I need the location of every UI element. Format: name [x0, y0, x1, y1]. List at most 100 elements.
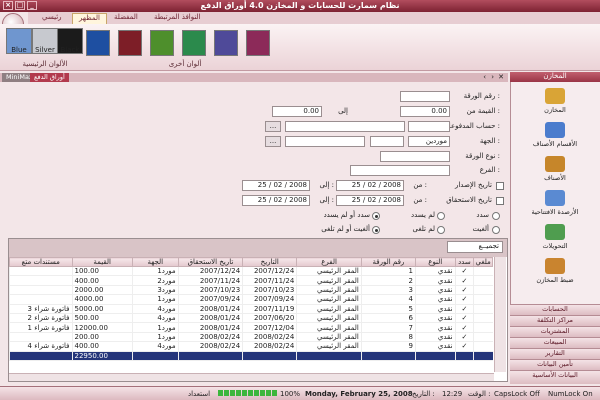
table-cell[interactable]: 9 [360, 341, 416, 352]
color-swatch-3[interactable] [150, 30, 174, 56]
table-cell[interactable]: 2008/01/24 [177, 313, 243, 324]
nav-item-items[interactable]: الأصناف [520, 156, 590, 182]
table-cell[interactable] [9, 285, 72, 296]
table-row[interactable]: ✓ نقدي 5 المقر الرئيسي 2007/11/19 2008/01/24 م… [9, 304, 493, 314]
value-to-input[interactable]: 0.00 [272, 106, 322, 117]
table-cell[interactable]: 2007/11/24 [242, 275, 297, 286]
nav-button-sales[interactable]: المبيعات [510, 337, 600, 348]
total-button[interactable]: تجميــع [447, 241, 503, 253]
table-cell[interactable]: مورد4 [131, 313, 179, 324]
table-cell[interactable]: 6 [360, 313, 416, 324]
table-cell[interactable]: مورد1 [131, 332, 179, 343]
table-cell[interactable]: ✓ [454, 313, 474, 324]
col-header-cancelled[interactable]: ملغي [473, 257, 493, 267]
tab-main[interactable]: رئيسي [36, 13, 68, 24]
table-cell[interactable]: 5000.00 [71, 304, 133, 314]
issue-date-checkbox[interactable] [496, 182, 504, 190]
table-cell[interactable] [473, 322, 493, 333]
nav-button-accounts[interactable]: الحسابات [510, 304, 600, 315]
col-header-date[interactable]: التاريخ [242, 257, 298, 267]
table-cell[interactable]: ✓ [454, 304, 474, 314]
table-cell[interactable] [9, 332, 72, 343]
nav-button-basic-data[interactable]: البيانات الأساسية [510, 370, 600, 384]
table-cell[interactable]: 2 [360, 275, 416, 286]
color-swatch-4[interactable] [182, 30, 206, 56]
account-browse-button[interactable]: ... [265, 121, 281, 132]
table-cell[interactable]: 7 [360, 322, 416, 333]
table-cell[interactable]: 2008/01/24 [177, 304, 243, 314]
nav-item-stores[interactable]: المخازن [520, 88, 590, 114]
nav-button-reports[interactable]: التقارير [510, 348, 600, 359]
table-cell[interactable]: فاتورة شراء 4 [9, 341, 72, 352]
nav-item-transfers[interactable]: التحويلات [520, 224, 590, 250]
party-browse-button[interactable]: ... [265, 136, 281, 147]
nav-item-stock-adjust[interactable]: ضبط المخازن [520, 258, 590, 284]
table-cell[interactable] [9, 266, 72, 277]
issue-date-to-picker[interactable]: 25 / 02 / 2008 [242, 180, 310, 191]
table-cell[interactable]: 2007/10/23 [242, 285, 297, 296]
table-cell[interactable] [9, 294, 72, 305]
table-cell[interactable]: 3 [360, 285, 416, 296]
table-cell[interactable]: المقر الرئيسي [296, 275, 362, 286]
radio-unpaid[interactable] [437, 212, 445, 220]
radio-cancelled-or-not[interactable] [372, 226, 380, 234]
doc-tab-prev-icon[interactable]: ‹ [483, 73, 486, 81]
table-cell[interactable]: 400.00 [71, 341, 133, 352]
table-cell[interactable]: المقر الرئيسي [296, 294, 362, 305]
table-cell[interactable]: مورد1 [131, 266, 179, 277]
table-cell[interactable]: فاتورة شراء 1 [9, 322, 72, 333]
party-select[interactable] [285, 136, 365, 147]
col-header-party[interactable]: الجهة [131, 257, 179, 267]
table-row[interactable]: ✓ نقدي 9 المقر الرئيسي 2008/02/24 2008/02/24 م… [9, 341, 493, 352]
table-cell[interactable]: المقر الرئيسي [296, 322, 362, 333]
doc-tab-payment-papers[interactable]: أوراق الدفع [30, 73, 69, 82]
table-cell[interactable] [473, 285, 493, 296]
table-cell[interactable]: 2007/11/24 [177, 275, 243, 286]
table-cell[interactable]: 2007/09/24 [177, 294, 243, 305]
table-cell[interactable]: المقر الرئيسي [296, 266, 362, 277]
party-type-select[interactable]: موردين [408, 136, 450, 147]
value-from-input[interactable]: 0.00 [400, 106, 450, 117]
table-cell[interactable]: 2007/12/24 [242, 266, 297, 277]
table-cell[interactable]: ✓ [454, 294, 474, 305]
branch-select[interactable] [350, 165, 450, 176]
table-cell[interactable]: 4 [360, 294, 416, 305]
table-cell[interactable]: 5 [360, 304, 416, 314]
table-cell[interactable]: المقر الرئيسي [296, 313, 362, 324]
table-cell[interactable]: مورد4 [131, 341, 179, 352]
table-cell[interactable] [473, 341, 493, 352]
table-cell[interactable]: مورد1 [131, 294, 179, 305]
table-cell[interactable]: نقدي [414, 285, 456, 296]
table-cell[interactable]: نقدي [414, 294, 456, 305]
col-header-branch[interactable]: الفرع [296, 257, 362, 267]
table-cell[interactable]: 200.00 [71, 332, 133, 343]
table-row[interactable]: ✓ نقدي 3 المقر الرئيسي 2007/10/23 2007/10/23 م… [9, 285, 493, 296]
minimize-window-button[interactable]: _ [27, 1, 37, 10]
table-cell[interactable]: نقدي [414, 332, 456, 343]
nav-button-data-security[interactable]: تأمين البيانات [510, 359, 600, 370]
radio-paid[interactable] [492, 212, 500, 220]
table-cell[interactable]: 2000.00 [71, 285, 133, 296]
nav-button-purchases[interactable]: المشتريات [510, 326, 600, 337]
due-date-checkbox[interactable] [496, 197, 504, 205]
table-cell[interactable]: مورد2 [131, 275, 179, 286]
table-cell[interactable]: ✓ [454, 332, 474, 343]
doc-tab-next-icon[interactable]: › [491, 73, 494, 81]
table-cell[interactable]: نقدي [414, 304, 456, 314]
table-cell[interactable]: مورد1 [131, 322, 179, 333]
table-cell[interactable]: 4000.00 [71, 294, 133, 305]
table-cell[interactable] [473, 266, 493, 277]
table-cell[interactable]: 2007/12/04 [242, 322, 297, 333]
table-cell[interactable]: نقدي [414, 313, 456, 324]
col-header-paid[interactable]: سدد [454, 257, 475, 267]
color-swatch-6[interactable] [246, 30, 270, 56]
grid-horizontal-scrollbar[interactable] [9, 373, 494, 381]
table-cell[interactable]: 2007/11/19 [242, 304, 297, 314]
table-cell[interactable]: المقر الرئيسي [296, 304, 362, 314]
table-cell[interactable] [473, 275, 493, 286]
table-cell[interactable]: 2008/02/24 [177, 332, 243, 343]
table-cell[interactable]: 8 [360, 332, 416, 343]
table-cell[interactable]: المقر الرئيسي [296, 332, 362, 343]
col-header-type[interactable]: النوع [414, 257, 456, 267]
table-row[interactable]: ✓ نقدي 8 المقر الرئيسي 2008/02/24 2008/02/24 م… [9, 332, 493, 343]
